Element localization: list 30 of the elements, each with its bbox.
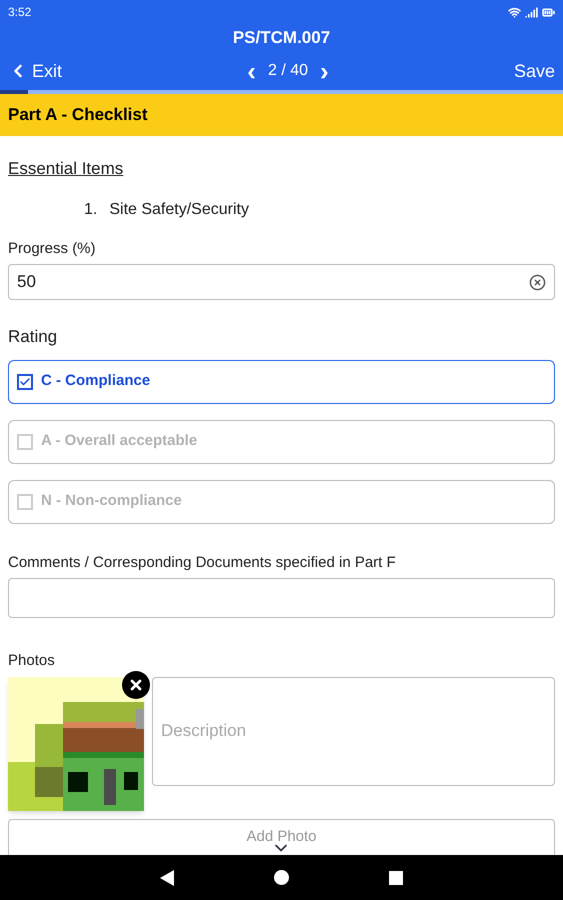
description-field[interactable]: Description	[152, 676, 555, 786]
item-number: 1.	[84, 200, 98, 220]
item-title: Site Safety/Security	[109, 200, 249, 220]
home-icon[interactable]	[274, 870, 289, 885]
checkbox	[17, 434, 33, 450]
essential-heading: Essential Items	[8, 158, 124, 180]
status-time: 3:52	[8, 4, 32, 21]
field-label: Progress (%)	[8, 238, 97, 258]
recents-icon[interactable]	[389, 870, 403, 884]
section-title: Part A - Checklist	[8, 104, 148, 126]
photos-label: Photos	[8, 651, 56, 671]
exit-button[interactable]: Exit	[8, 58, 62, 84]
window-title: PS/TCM.007	[232, 27, 330, 50]
next-button[interactable]: ›	[320, 58, 329, 84]
progress-input[interactable]: 50	[8, 264, 555, 300]
checkbox	[17, 494, 33, 510]
comments-input[interactable]	[8, 578, 555, 618]
rating-label: Rating	[8, 326, 58, 348]
battery-icon	[542, 6, 555, 18]
clear-icon[interactable]	[529, 274, 546, 290]
wifi-icon	[508, 6, 521, 18]
remove-photo-button[interactable]	[122, 670, 150, 698]
rating-option[interactable]: C - Compliance	[8, 360, 555, 404]
signal-icon	[525, 6, 538, 18]
close-icon	[128, 676, 144, 692]
save-button[interactable]: Save	[514, 58, 555, 84]
comments-label: Comments / Corresponding Documents specified in Part F	[8, 552, 397, 572]
previous-button[interactable]: ‹	[247, 58, 256, 84]
page-counter: 2 / 40	[268, 61, 308, 81]
back-icon[interactable]	[160, 870, 174, 886]
